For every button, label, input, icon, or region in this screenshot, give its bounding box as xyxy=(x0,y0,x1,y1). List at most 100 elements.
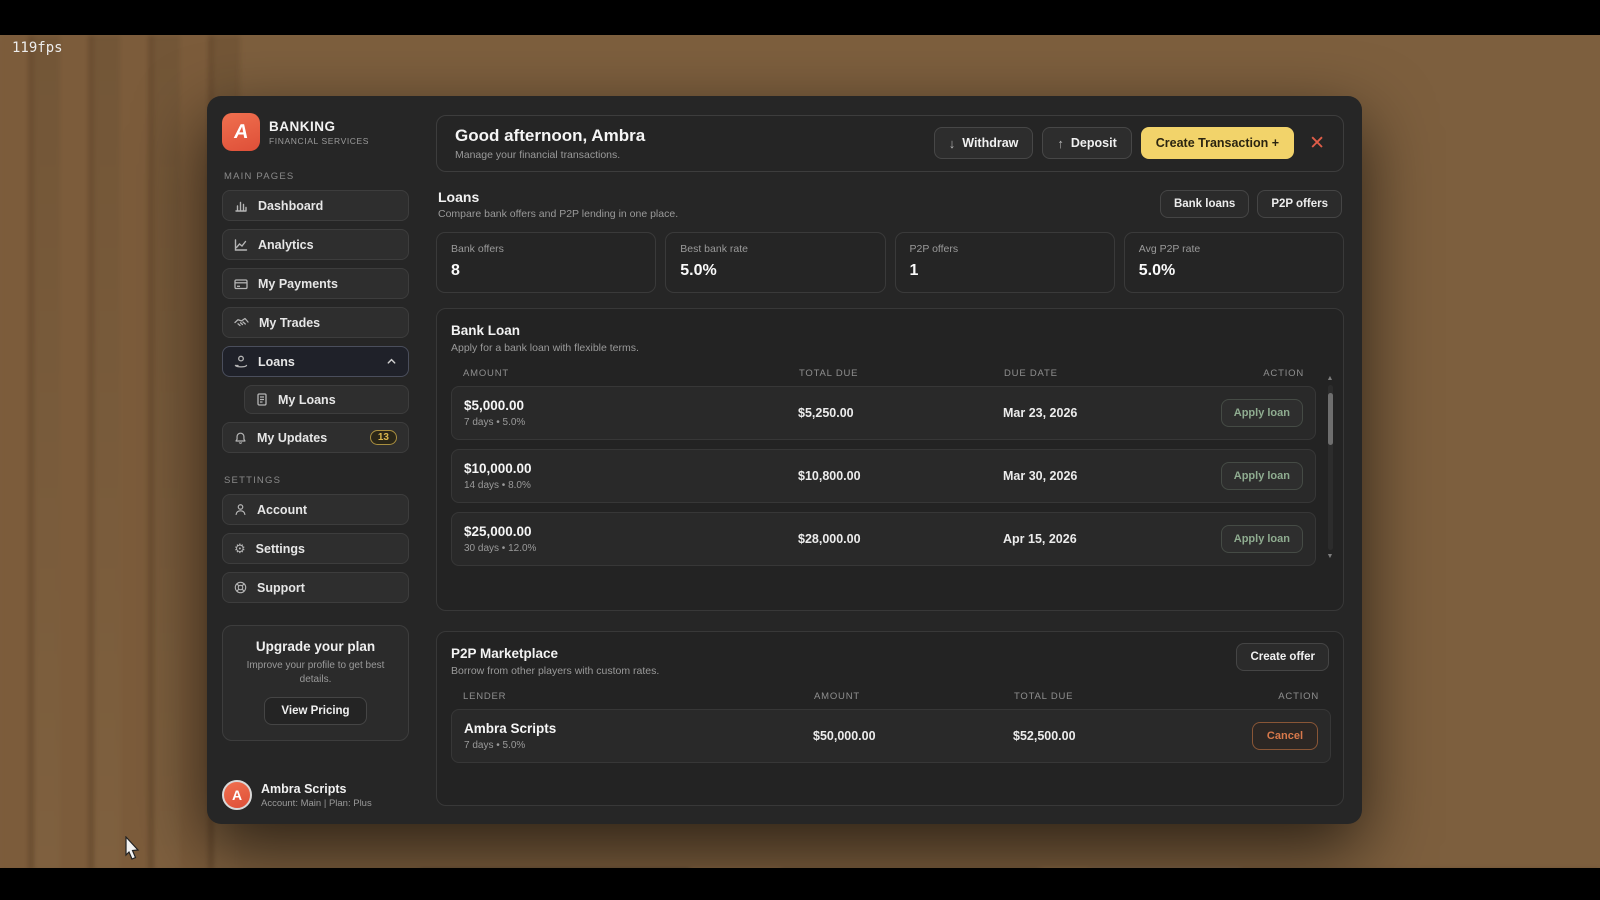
bank-loan-card: Bank Loan Apply for a bank loan with fle… xyxy=(436,308,1344,611)
sidebar-item-label: Settings xyxy=(256,542,305,556)
scrollbar-thumb[interactable] xyxy=(1328,393,1333,445)
p2p-title: P2P Marketplace xyxy=(451,646,1329,661)
sidebar-item-label: Account xyxy=(257,503,307,517)
stat-p2p-offers: P2P offers 1 xyxy=(895,232,1115,293)
greeting-header: Good afternoon, Ambra Manage your financ… xyxy=(436,115,1344,172)
p2p-amount: $50,000.00 xyxy=(813,729,1013,743)
loans-title: Loans xyxy=(438,189,678,205)
sidebar-item-dashboard[interactable]: Dashboard xyxy=(222,190,409,221)
loan-amount: $5,000.00 xyxy=(464,398,798,413)
brand-logo-icon: A xyxy=(222,113,260,151)
sidebar-item-settings[interactable]: ⚙ Settings xyxy=(222,533,409,564)
create-transaction-button[interactable]: Create Transaction + xyxy=(1141,127,1294,159)
person-icon xyxy=(234,503,247,516)
arrow-down-icon: ↓ xyxy=(949,136,956,151)
table-row: $5,000.00 7 days • 5.0% $5,250.00 Mar 23… xyxy=(451,386,1316,440)
tab-bank-loans[interactable]: Bank loans xyxy=(1160,190,1249,218)
loans-subtitle: Compare bank offers and P2P lending in o… xyxy=(438,208,678,220)
sidebar-item-support[interactable]: Support xyxy=(222,572,409,603)
life-ring-icon xyxy=(234,581,247,594)
brand-title: BANKING xyxy=(269,119,369,134)
apply-loan-button[interactable]: Apply loan xyxy=(1221,399,1303,427)
sidebar-item-label: Dashboard xyxy=(258,199,323,213)
sidebar-item-loans[interactable]: Loans xyxy=(222,346,409,377)
sidebar-item-account[interactable]: Account xyxy=(222,494,409,525)
bank-loan-subtitle: Apply for a bank loan with flexible term… xyxy=(451,342,1329,354)
scroll-up-icon[interactable]: ▲ xyxy=(1327,375,1334,382)
table-row: Ambra Scripts 7 days • 5.0% $50,000.00 $… xyxy=(451,709,1331,763)
bank-loan-title: Bank Loan xyxy=(451,323,1329,338)
p2p-lender: Ambra Scripts xyxy=(464,721,813,736)
loan-due-date: Mar 23, 2026 xyxy=(1003,406,1208,420)
bank-loan-table-header: AMOUNT TOTAL DUE DUE DATE ACTION xyxy=(451,368,1316,379)
settings-label: SETTINGS xyxy=(224,475,409,486)
sidebar-item-label: My Updates xyxy=(257,431,327,445)
p2p-table-header: LENDER AMOUNT TOTAL DUE ACTION xyxy=(451,691,1331,702)
withdraw-button[interactable]: ↓ Withdraw xyxy=(934,127,1034,159)
line-chart-icon xyxy=(234,238,248,252)
loan-terms: 14 days • 8.0% xyxy=(464,480,798,491)
p2p-marketplace-card: P2P Marketplace Borrow from other player… xyxy=(436,631,1344,806)
apply-loan-button[interactable]: Apply loan xyxy=(1221,525,1303,553)
upgrade-subtitle: Improve your profile to get best details… xyxy=(235,659,396,686)
chevron-up-icon xyxy=(386,356,397,367)
bell-icon xyxy=(234,431,247,445)
sidebar-item-my-trades[interactable]: My Trades xyxy=(222,307,409,338)
avatar: A xyxy=(222,780,252,810)
letterbox-top xyxy=(0,0,1600,35)
p2p-total-due: $52,500.00 xyxy=(1013,729,1223,743)
deposit-button[interactable]: ↑ Deposit xyxy=(1042,127,1131,159)
tab-p2p-offers[interactable]: P2P offers xyxy=(1257,190,1342,218)
loan-due-date: Apr 15, 2026 xyxy=(1003,532,1208,546)
sidebar-item-label: Loans xyxy=(258,355,295,369)
upgrade-title: Upgrade your plan xyxy=(235,639,396,654)
sidebar-item-label: My Trades xyxy=(259,316,320,330)
wood-wall xyxy=(0,35,240,870)
loan-due-date: Mar 30, 2026 xyxy=(1003,469,1208,483)
stat-avg-p2p-rate: Avg P2P rate 5.0% xyxy=(1124,232,1344,293)
letterbox-bottom xyxy=(0,868,1600,900)
scrollbar[interactable]: ▲ ▼ xyxy=(1325,375,1335,560)
scrollbar-track[interactable] xyxy=(1328,385,1333,550)
user-name: Ambra Scripts xyxy=(261,782,372,796)
table-row: $10,000.00 14 days • 8.0% $10,800.00 Mar… xyxy=(451,449,1316,503)
apply-loan-button[interactable]: Apply loan xyxy=(1221,462,1303,490)
stat-best-bank-rate: Best bank rate 5.0% xyxy=(665,232,885,293)
document-icon xyxy=(256,393,268,406)
sidebar-item-label: My Payments xyxy=(258,277,338,291)
loan-amount: $25,000.00 xyxy=(464,524,798,539)
p2p-terms: 7 days • 5.0% xyxy=(464,740,813,751)
view-pricing-button[interactable]: View Pricing xyxy=(264,697,366,725)
sidebar-item-my-loans[interactable]: My Loans xyxy=(244,385,409,414)
loan-amount: $10,000.00 xyxy=(464,461,798,476)
cancel-offer-button[interactable]: Cancel xyxy=(1252,722,1318,750)
user-footer: A Ambra Scripts Account: Main | Plan: Pl… xyxy=(222,768,409,810)
upgrade-card: Upgrade your plan Improve your profile t… xyxy=(222,625,409,741)
updates-badge: 13 xyxy=(370,430,397,445)
stats-row: Bank offers 8 Best bank rate 5.0% P2P of… xyxy=(436,232,1344,293)
loans-section-header: Loans Compare bank offers and P2P lendin… xyxy=(438,189,1342,220)
sidebar-item-label: Support xyxy=(257,581,305,595)
sidebar-item-label: Analytics xyxy=(258,238,314,252)
bar-chart-icon xyxy=(234,199,248,213)
main-content: Good afternoon, Ambra Manage your financ… xyxy=(424,96,1362,824)
banking-window: A BANKING FINANCIAL SERVICES MAIN PAGES … xyxy=(207,96,1362,824)
create-offer-button[interactable]: Create offer xyxy=(1236,643,1329,671)
scroll-down-icon[interactable]: ▼ xyxy=(1327,553,1334,560)
close-icon[interactable]: ✕ xyxy=(1309,134,1325,153)
sidebar-item-my-updates[interactable]: My Updates 13 xyxy=(222,422,409,453)
greeting-subtitle: Manage your financial transactions. xyxy=(455,149,645,161)
loan-total-due: $5,250.00 xyxy=(798,406,1003,420)
brand: A BANKING FINANCIAL SERVICES xyxy=(222,113,409,151)
sidebar-item-my-payments[interactable]: My Payments xyxy=(222,268,409,299)
sidebar: A BANKING FINANCIAL SERVICES MAIN PAGES … xyxy=(207,96,424,824)
p2p-subtitle: Borrow from other players with custom ra… xyxy=(451,665,1329,677)
loan-terms: 7 days • 5.0% xyxy=(464,417,798,428)
stat-bank-offers: Bank offers 8 xyxy=(436,232,656,293)
sidebar-item-analytics[interactable]: Analytics xyxy=(222,229,409,260)
loan-total-due: $10,800.00 xyxy=(798,469,1003,483)
greeting-title: Good afternoon, Ambra xyxy=(455,126,645,146)
fps-counter: 119fps xyxy=(12,40,63,56)
credit-card-icon xyxy=(234,277,248,291)
main-pages-label: MAIN PAGES xyxy=(224,171,409,182)
